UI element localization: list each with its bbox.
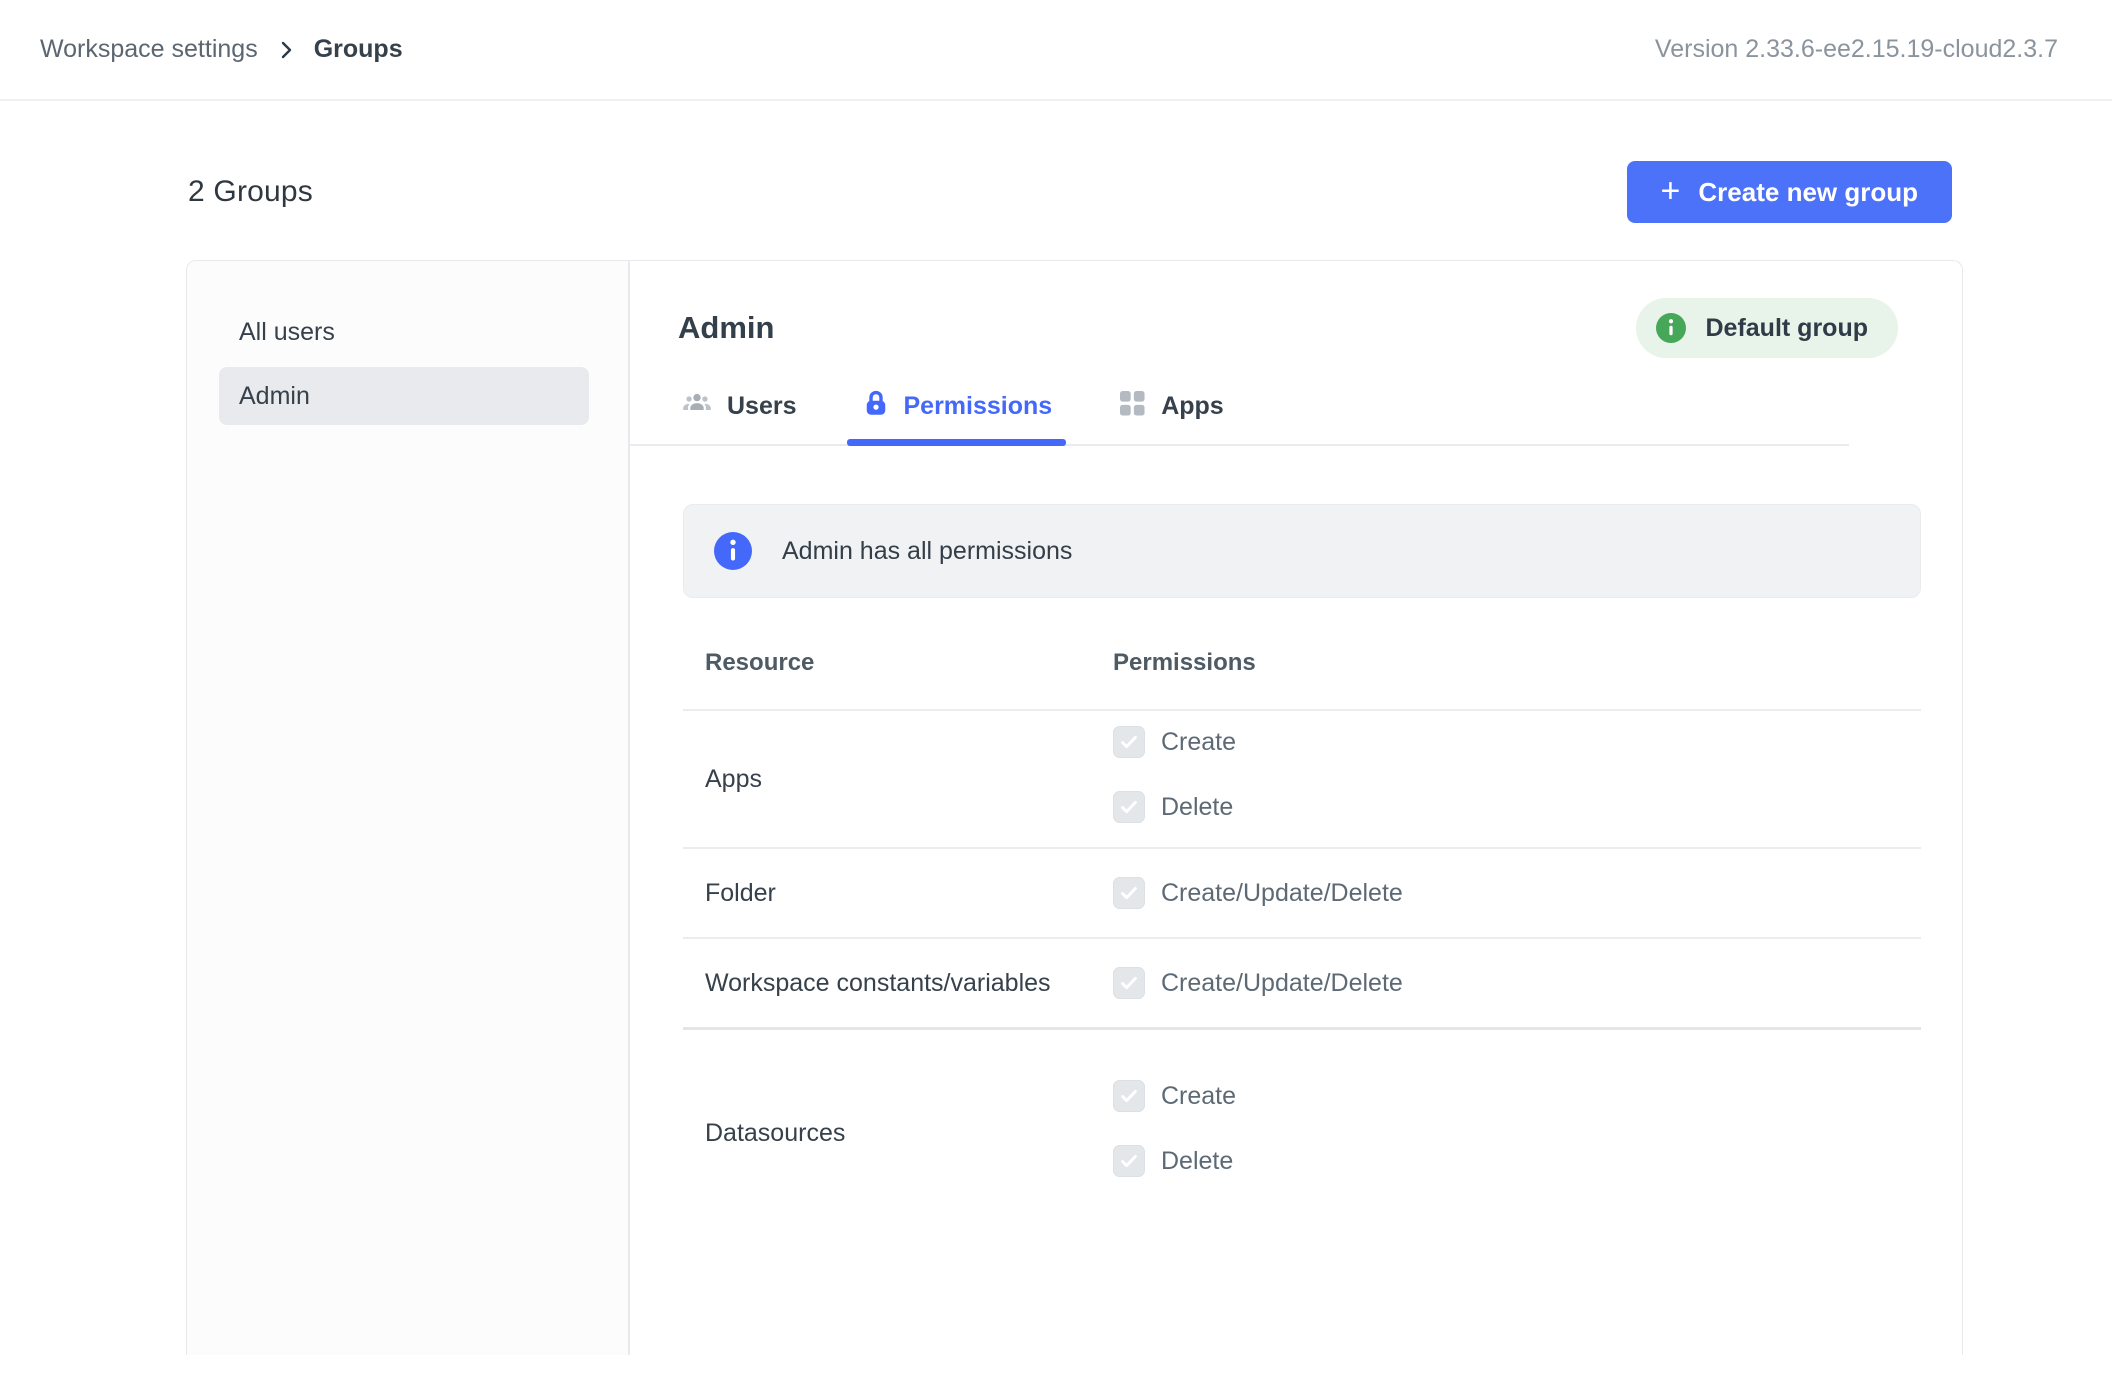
default-group-label: Default group xyxy=(1706,314,1869,343)
permissions-column-header: Permissions xyxy=(1113,649,1256,677)
breadcrumb: Workspace settings Groups xyxy=(40,35,403,64)
grid-icon xyxy=(1116,387,1148,426)
breadcrumb-current-groups: Groups xyxy=(314,35,403,64)
checkbox-checked-disabled[interactable] xyxy=(1113,726,1145,758)
tab-permissions-label: Permissions xyxy=(904,392,1053,421)
tabs-bar: Users Permissions Apps xyxy=(630,369,1849,446)
group-title: Admin xyxy=(678,310,774,346)
table-header-row: Resource Permissions xyxy=(683,598,1921,711)
resource-label: Apps xyxy=(683,765,1113,794)
sidebar-item-admin[interactable]: Admin xyxy=(219,367,589,425)
permission-label: Create xyxy=(1161,728,1236,757)
page-head: 2 Groups + Create new group xyxy=(188,161,1952,223)
permission-option: Delete xyxy=(1113,791,1236,823)
permission-option: Create/Update/Delete xyxy=(1113,877,1403,909)
permissions-cell: Create/Update/Delete xyxy=(1113,849,1403,937)
info-icon xyxy=(714,532,752,570)
permission-row-datasources: Datasources Create Delete xyxy=(683,1030,1921,1237)
resource-column-header: Resource xyxy=(683,649,1113,677)
chevron-right-icon xyxy=(274,38,298,62)
permission-label: Create xyxy=(1161,1082,1236,1111)
groups-count-heading: 2 Groups xyxy=(188,175,313,209)
permission-label: Delete xyxy=(1161,1147,1233,1176)
info-icon xyxy=(1656,313,1686,343)
version-label: Version 2.33.6-ee2.15.19-cloud2.3.7 xyxy=(1655,35,2058,64)
permission-option: Create/Update/Delete xyxy=(1113,967,1403,999)
groups-card: All users Admin Admin Default group Users xyxy=(186,260,1963,1355)
permissions-cell: Create/Update/Delete xyxy=(1113,939,1403,1027)
permission-row-apps: Apps Create Delete xyxy=(683,711,1921,849)
tab-apps-label: Apps xyxy=(1161,392,1224,421)
resource-label: Datasources xyxy=(683,1119,1113,1148)
checkbox-checked-disabled[interactable] xyxy=(1113,1080,1145,1112)
permission-option: Create xyxy=(1113,726,1236,758)
checkbox-checked-disabled[interactable] xyxy=(1113,791,1145,823)
permission-row-workspace-constants-variables: Workspace constants/variables Create/Upda… xyxy=(683,939,1921,1030)
lock-icon xyxy=(861,388,891,425)
permissions-info-banner: Admin has all permissions xyxy=(683,504,1921,598)
breadcrumb-workspace-settings[interactable]: Workspace settings xyxy=(40,35,258,64)
sidebar-item-label: All users xyxy=(239,318,335,347)
permission-label: Create/Update/Delete xyxy=(1161,879,1403,908)
checkbox-checked-disabled[interactable] xyxy=(1113,877,1145,909)
resource-label: Workspace constants/variables xyxy=(683,969,1113,998)
permissions-table: Resource Permissions Apps Create Delete Fol… xyxy=(683,598,1921,1237)
checkbox-checked-disabled[interactable] xyxy=(1113,967,1145,999)
permission-label: Create/Update/Delete xyxy=(1161,969,1403,998)
banner-text: Admin has all permissions xyxy=(782,537,1072,566)
permission-option: Create xyxy=(1113,1080,1236,1112)
permissions-cell: Create Delete xyxy=(1113,711,1236,847)
permission-row-folder: Folder Create/Update/Delete xyxy=(683,849,1921,939)
permission-option: Delete xyxy=(1113,1145,1236,1177)
tab-apps[interactable]: Apps xyxy=(1102,369,1238,444)
sidebar-item-all-users[interactable]: All users xyxy=(219,303,589,361)
create-new-group-button[interactable]: + Create new group xyxy=(1627,161,1952,223)
sidebar-item-label: Admin xyxy=(239,382,310,411)
plus-icon: + xyxy=(1661,174,1681,208)
checkbox-checked-disabled[interactable] xyxy=(1113,1145,1145,1177)
permission-label: Delete xyxy=(1161,793,1233,822)
tab-permissions[interactable]: Permissions xyxy=(847,369,1067,444)
tab-users[interactable]: Users xyxy=(666,369,811,444)
resource-label: Folder xyxy=(683,879,1113,908)
default-group-badge: Default group xyxy=(1636,298,1899,358)
create-new-group-label: Create new group xyxy=(1698,177,1918,208)
tab-users-label: Users xyxy=(727,392,797,421)
permissions-cell: Create Delete xyxy=(1113,1030,1236,1237)
groups-sidebar: All users Admin xyxy=(187,261,630,1355)
group-detail-panel: Admin Default group Users Permissions xyxy=(630,261,1962,1355)
group-detail-header: Admin Default group xyxy=(678,295,1898,361)
topbar: Workspace settings Groups Version 2.33.6… xyxy=(0,0,2112,101)
users-icon xyxy=(680,386,714,427)
